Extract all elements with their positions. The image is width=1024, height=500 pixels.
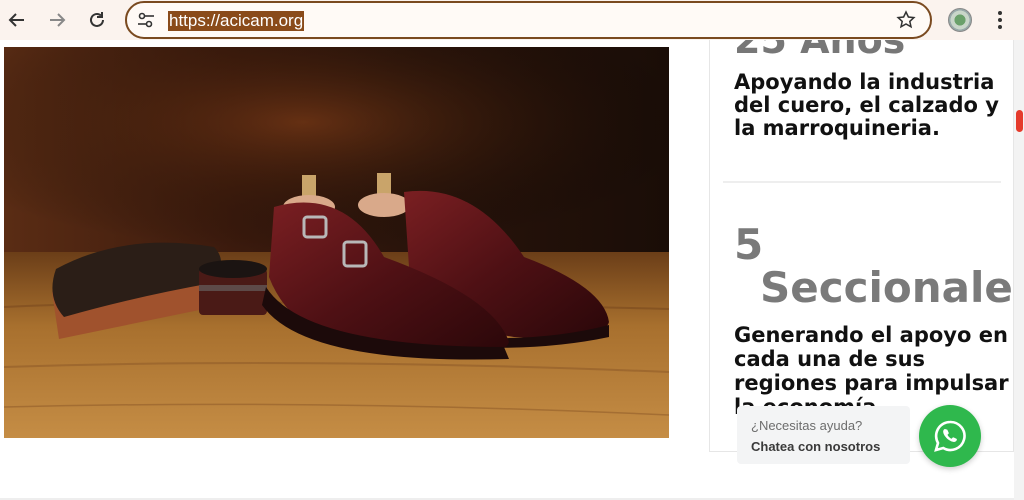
stat-description-2: Generando el apoyo en cada una de sus re…	[734, 323, 1009, 419]
url-text[interactable]: https://acicam.org	[168, 11, 305, 31]
page-content: 25 Años Apoyando la industria del cuero,…	[0, 40, 1024, 500]
back-button[interactable]	[5, 8, 29, 32]
page-scrollbar[interactable]	[1014, 40, 1024, 500]
divider	[723, 181, 1001, 183]
tune-icon[interactable]	[137, 12, 155, 28]
stats-card: 25 Años Apoyando la industria del cuero,…	[709, 40, 1014, 452]
stat-number: 5	[734, 220, 764, 269]
whatsapp-button[interactable]	[919, 405, 981, 467]
stat-label: Seccionales	[760, 263, 1014, 312]
reload-icon	[90, 12, 104, 27]
star-icon[interactable]	[896, 10, 916, 30]
scrollbar-thumb[interactable]	[1016, 110, 1023, 132]
reload-button[interactable]	[85, 8, 109, 32]
arrow-right-icon	[50, 13, 66, 27]
stat-description-1: Apoyando la industria del cuero, el calz…	[734, 70, 999, 140]
address-bar[interactable]: https://acicam.org	[125, 1, 932, 39]
kebab-menu-icon[interactable]	[990, 8, 1010, 32]
chat-cta[interactable]: Chatea con nosotros	[751, 439, 880, 454]
chat-question: ¿Necesitas ayuda?	[751, 418, 863, 433]
stat-number-partial: 25 Años	[734, 40, 906, 62]
browser-toolbar: https://acicam.org	[0, 0, 1024, 40]
hero-photo	[4, 47, 669, 438]
shoes-image	[4, 47, 669, 438]
forward-button[interactable]	[45, 8, 69, 32]
chat-prompt[interactable]: ¿Necesitas ayuda? Chatea con nosotros	[737, 406, 910, 464]
arrow-left-icon	[8, 13, 24, 27]
whatsapp-icon	[934, 420, 966, 452]
globe-extension-icon[interactable]	[948, 8, 972, 32]
